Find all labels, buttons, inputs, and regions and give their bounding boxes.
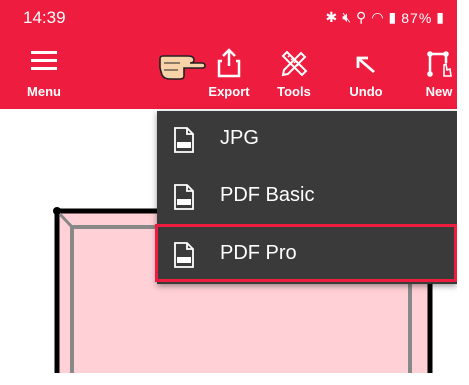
new-label: New [425, 84, 453, 99]
location-icon: ⚲ [356, 9, 368, 25]
hamburger-icon [31, 51, 57, 70]
tools-label: Tools [277, 84, 311, 99]
menu-item-label: JPG [220, 127, 259, 149]
pencil-ruler-icon [281, 50, 308, 77]
menu-item-jpg[interactable]: JPG [157, 111, 457, 169]
share-export-icon [217, 48, 241, 78]
undo-icon [356, 56, 375, 74]
bluetooth-icon: ✱ [325, 9, 339, 25]
battery-icon: ▮ [436, 9, 445, 25]
new-room-icon [427, 51, 452, 77]
app-screen: 14:39 ✱ 🔇︎ ⚲ ◠ ▮ 87% ▮ Menu Export Tools… [0, 0, 457, 373]
menu-item-pdf-basic[interactable]: PDF Basic [157, 168, 457, 226]
pointing-hand-icon [159, 55, 206, 80]
undo-button[interactable]: Undo [344, 38, 388, 109]
signal-icon: ▮ [388, 9, 398, 25]
right-margin [457, 0, 469, 385]
selection-highlight [155, 224, 457, 282]
export-label: Export [208, 84, 250, 99]
toolbar: Menu Export Tools Undo New [0, 38, 457, 109]
pdf-file-icon [174, 184, 194, 210]
export-button[interactable]: Export [201, 38, 257, 109]
status-time: 14:39 [23, 8, 66, 27]
jpg-file-icon [174, 127, 194, 153]
menu-item-label: PDF Basic [220, 184, 315, 206]
new-button[interactable]: New [417, 38, 457, 109]
wifi-icon: ◠ [371, 9, 385, 25]
status-bar: 14:39 ✱ 🔇︎ ⚲ ◠ ▮ 87% ▮ [0, 0, 457, 38]
undo-label: Undo [349, 84, 383, 99]
mute-icon: 🔇︎ [342, 9, 353, 25]
battery-percent: 87% [401, 9, 433, 26]
status-icons: ✱ 🔇︎ ⚲ ◠ ▮ 87% ▮ [325, 9, 445, 26]
menu-label: Menu [27, 84, 61, 99]
tools-button[interactable]: Tools [272, 38, 316, 109]
menu-button[interactable]: Menu [22, 38, 66, 109]
